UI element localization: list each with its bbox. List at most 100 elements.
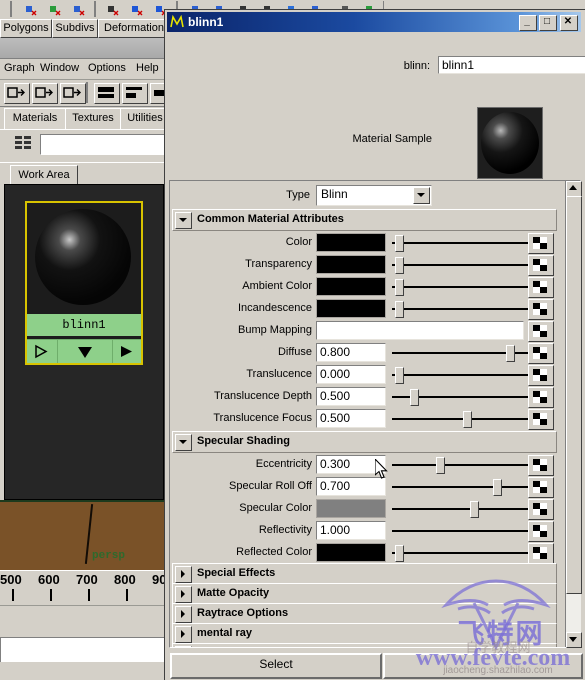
color-swatch[interactable] — [316, 543, 386, 562]
input-connections-icon[interactable] — [4, 83, 30, 104]
texture-map-button[interactable] — [528, 409, 554, 430]
attribute-value-field[interactable]: 0.500 — [316, 387, 386, 406]
texture-map-button[interactable] — [528, 521, 554, 542]
texture-map-button[interactable] — [528, 365, 554, 386]
shelf-tab-subdivs[interactable]: Subdivs — [52, 19, 98, 38]
attribute-slider[interactable] — [392, 343, 542, 362]
attribute-value-field[interactable]: 0.500 — [316, 409, 386, 428]
close-button[interactable]: ✕ — [560, 15, 578, 31]
slider-handle[interactable] — [395, 235, 404, 252]
attribute-slider[interactable] — [392, 543, 542, 562]
color-swatch[interactable] — [316, 233, 386, 252]
texture-map-button[interactable] — [528, 477, 554, 498]
attribute-slider[interactable] — [392, 499, 542, 518]
menu-help[interactable]: Help — [136, 62, 159, 74]
minimize-button[interactable]: _ — [519, 15, 537, 31]
slider-handle[interactable] — [493, 479, 502, 496]
menu-options[interactable]: Options — [88, 62, 126, 74]
attribute-slider[interactable] — [392, 233, 542, 252]
texture-map-button[interactable] — [528, 343, 554, 364]
texture-map-button[interactable] — [528, 543, 554, 564]
section-header-node-behavior[interactable]: Node Behavior — [172, 643, 557, 647]
collapse-toggle-icon[interactable] — [175, 212, 192, 229]
expand-toggle-icon[interactable] — [175, 566, 192, 583]
attribute-slider[interactable] — [392, 365, 542, 384]
slider-handle[interactable] — [395, 279, 404, 296]
attribute-slider[interactable] — [392, 255, 542, 274]
window-titlebar[interactable]: blinn1 _ □ ✕ — [167, 12, 581, 32]
attribute-slider[interactable] — [392, 299, 542, 318]
attribute-slider[interactable] — [392, 455, 542, 474]
layout-split-icon[interactable] — [122, 83, 148, 104]
maximize-button[interactable]: □ — [539, 15, 557, 31]
secondary-action-button[interactable] — [383, 653, 583, 679]
shelf-tab-polygons[interactable]: Polygons — [0, 19, 52, 38]
expand-toggle-icon[interactable] — [175, 626, 192, 643]
shader-node-blinn1[interactable]: blinn1 — [25, 201, 143, 365]
material-search-input[interactable] — [40, 134, 166, 155]
input-output-connections-icon[interactable] — [32, 83, 58, 104]
menu-graph[interactable]: Graph — [4, 62, 35, 74]
slider-handle[interactable] — [436, 457, 445, 474]
select-button[interactable]: Select — [170, 653, 382, 679]
scrollbar-thumb[interactable] — [566, 196, 582, 594]
attribute-text-field[interactable] — [316, 321, 524, 340]
attribute-slider[interactable] — [392, 477, 542, 496]
material-tab-utilities[interactable]: Utilities — [120, 108, 170, 129]
attribute-value-field[interactable]: 1.000 — [316, 521, 386, 540]
slider-handle[interactable] — [470, 501, 479, 518]
subdiv-proxy-icon[interactable] — [46, 1, 67, 19]
section-header-specular-shading[interactable]: Specular Shading — [172, 431, 557, 453]
shader-type-dropdown[interactable]: Blinn — [316, 185, 432, 206]
slider-handle[interactable] — [506, 345, 515, 362]
layout-horizontal-icon[interactable] — [94, 83, 120, 104]
poly-to-subdiv-icon[interactable] — [22, 1, 43, 19]
attribute-value-field[interactable]: 0.800 — [316, 343, 386, 362]
section-header-raytrace-options[interactable]: Raytrace Options — [172, 603, 557, 625]
slider-handle[interactable] — [395, 301, 404, 318]
attribute-slider[interactable] — [392, 277, 542, 296]
attribute-value-field[interactable]: 0.000 — [316, 365, 386, 384]
play-right-icon[interactable] — [111, 340, 141, 363]
command-line-input[interactable] — [0, 637, 166, 663]
collapse-toggle-icon[interactable] — [175, 434, 192, 451]
texture-map-button[interactable] — [528, 277, 554, 298]
color-swatch[interactable] — [316, 499, 386, 518]
node-name-input[interactable] — [438, 56, 585, 74]
attribute-slider[interactable] — [392, 387, 542, 406]
texture-map-button[interactable] — [528, 499, 554, 520]
section-header-matte-opacity[interactable]: Matte Opacity — [172, 583, 557, 605]
plus-icon[interactable] — [128, 1, 149, 19]
section-header-common-material-attributes[interactable]: Common Material Attributes — [172, 209, 557, 231]
attribute-slider[interactable] — [392, 521, 542, 540]
output-connections-icon[interactable] — [60, 83, 86, 104]
attribute-slider[interactable] — [392, 409, 542, 428]
texture-map-button[interactable] — [528, 387, 554, 408]
expand-toggle-icon[interactable] — [175, 606, 192, 623]
subdiv-standard-icon[interactable] — [70, 1, 91, 19]
menu-window[interactable]: Window — [40, 62, 79, 74]
material-tab-materials[interactable]: Materials — [4, 108, 66, 130]
material-tab-textures[interactable]: Textures — [65, 108, 121, 129]
material-sample-swatch[interactable] — [477, 107, 543, 179]
texture-map-button[interactable] — [528, 255, 554, 276]
shelf-tab-deformation[interactable]: Deformation — [98, 19, 170, 38]
color-swatch[interactable] — [316, 277, 386, 296]
texture-map-button[interactable] — [528, 233, 554, 254]
play-left-icon[interactable] — [27, 340, 57, 363]
texture-map-button[interactable] — [528, 321, 554, 342]
tab-work-area[interactable]: Work Area — [10, 165, 78, 186]
expand-toggle-icon[interactable] — [175, 586, 192, 603]
collapse-icon[interactable] — [104, 1, 125, 19]
texture-map-button[interactable] — [528, 299, 554, 320]
color-swatch[interactable] — [316, 299, 386, 318]
timeline-ruler[interactable]: 500 600 700 800 900 — [0, 570, 174, 605]
chevron-down-icon[interactable] — [413, 187, 430, 204]
slider-handle[interactable] — [410, 389, 419, 406]
section-header-special-effects[interactable]: Special Effects — [172, 563, 557, 585]
slider-handle[interactable] — [395, 257, 404, 274]
slider-handle[interactable] — [395, 545, 404, 562]
triangle-down-icon[interactable] — [57, 340, 113, 363]
slider-handle[interactable] — [463, 411, 472, 428]
scroll-down-arrow[interactable] — [566, 632, 582, 648]
